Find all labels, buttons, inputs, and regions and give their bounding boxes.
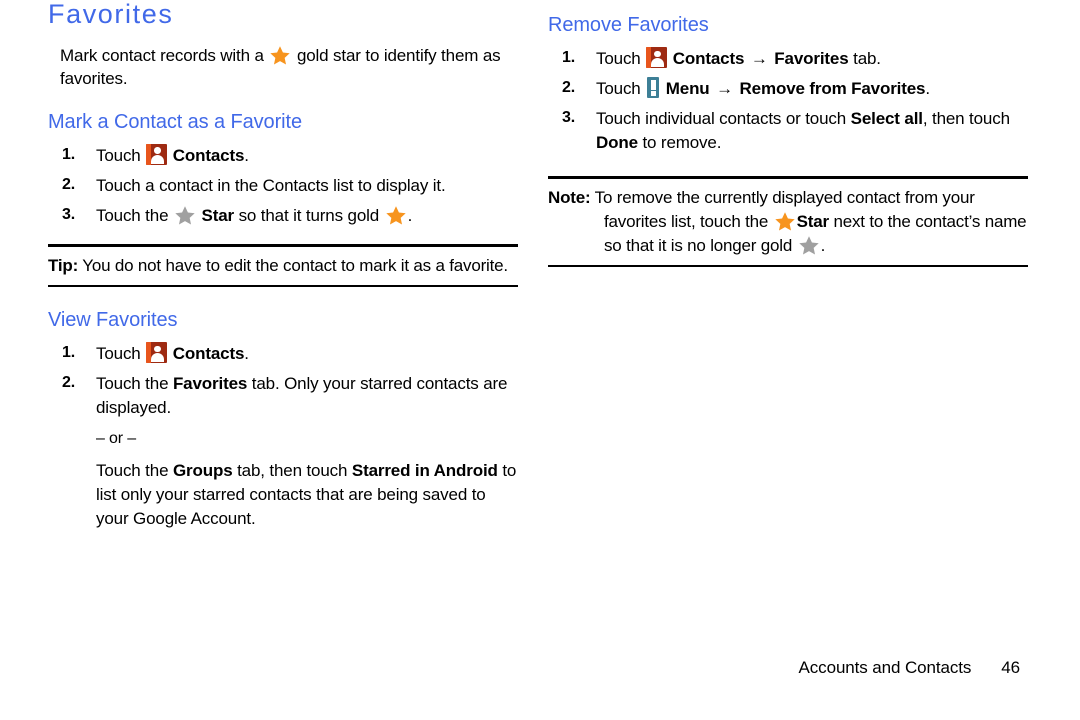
list-item: 3. Touch the Star so that it turns gold … [48,204,518,228]
step-text-bold: Select all [850,109,923,129]
list-item: 2. Touch the Favorites tab. Only your st… [48,372,518,531]
gold-star-icon [269,45,291,66]
gold-star-icon [774,211,796,232]
step-text-bold: Star [196,205,235,225]
section-heading-view-favorites: View Favorites [48,309,178,332]
step-text-bold: Done [596,133,638,153]
gray-star-icon [798,235,820,256]
step-text: Touch Contacts. [96,342,249,364]
alternate-instruction: Touch the Groups tab, then touch Starred… [96,459,518,531]
two-column-layout: Favorites Mark contact records with a go… [0,0,1080,538]
step-text-bold: Contacts [168,145,245,165]
step-text-fragment: tab. [848,49,881,68]
step-number: 1. [62,344,76,362]
steps-mark-contact: 1. Touch Contacts. 2. Touch a contact in… [48,143,518,228]
alt-text-bold: Groups [172,461,233,481]
step-number: 2. [62,175,76,193]
step-text: Touch a contact in the Contacts list to … [96,175,446,195]
step-text-fragment: Touch individual contacts or touch [596,109,851,129]
list-item: 3. Touch individual contacts or touch Se… [548,107,1028,155]
tip-text: You do not have to edit the contact to m… [78,255,508,275]
alt-text-bold: Starred in Android [351,461,498,481]
note-callout: Note: To remove the currently displayed … [548,175,1028,267]
alt-text-fragment: tab, then touch [232,461,352,481]
step-text-fragment: to remove. [637,133,722,153]
step-text-bold: Remove from Favorites [734,79,926,99]
step-text-bold: Contacts [168,344,245,364]
gold-star-icon [385,205,407,226]
intro-text-before: Mark contact records with a [60,45,269,65]
step-number: 2. [62,374,76,392]
list-item: 2. Touch Menu → Remove from Favorites. [548,77,1028,101]
footer-chapter: Accounts and Contacts [798,658,972,677]
step-text-fragment: . [925,79,930,99]
manual-page: Favorites Mark contact records with a go… [0,0,1080,720]
step-text-bold: Favorites [172,374,248,394]
step-text: Touch Contacts. [96,143,249,165]
list-item: 1. Touch Contacts → Favorites tab. [548,47,1028,71]
tip-body: Tip: You do not have to edit the contact… [48,247,518,285]
step-text-fragment: Touch [96,145,146,165]
alt-text-fragment: Touch the [96,461,173,481]
right-column: Remove Favorites 1. Touch Contacts → Fav… [548,0,1028,538]
step-number: 3. [562,109,576,127]
steps-view-favorites: 1. Touch Contacts. 2. Touch the Favorite… [48,342,518,531]
note-label: Note: [548,187,591,207]
step-text: Touch Contacts → Favorites tab. [596,47,881,68]
step-number: 3. [62,205,76,223]
gray-star-icon [174,205,196,226]
step-text: Touch the Favorites tab. Only your starr… [96,374,507,417]
step-text: Touch individual contacts or touch Selec… [596,109,1010,152]
page-footer: Accounts and Contacts 46 [798,658,1021,678]
section-heading-mark-contact: Mark a Contact as a Favorite [48,110,302,133]
tip-label: Tip: [48,255,79,275]
list-item: 2. Touch a contact in the Contacts list … [48,174,518,198]
step-number: 2. [562,79,576,97]
list-item: 1. Touch Contacts. [48,342,518,366]
page-title: Favorites [48,0,174,29]
list-item: 1. Touch Contacts. [48,143,518,168]
contacts-icon [146,342,168,364]
step-number: 1. [562,49,576,66]
note-text-bold: Star [796,211,829,231]
step-text-fragment: so that it turns gold [234,205,384,225]
step-text-fragment: Touch [596,79,646,99]
contacts-icon [646,47,668,68]
step-text-fragment: Touch the [96,205,173,225]
step-text-bold: Menu [661,79,715,99]
step-text-fragment: Touch [596,49,646,68]
tip-rule-bottom [48,285,518,288]
step-text-fragment: . [244,344,249,364]
step-text-fragment: , then touch [922,109,1010,129]
or-separator: – or – [96,430,137,448]
step-text-fragment: Touch [96,344,146,364]
arrow-icon: → [716,79,733,99]
note-body: Note: To remove the currently displayed … [548,179,1028,265]
step-text-bold: Favorites [769,49,849,68]
section-heading-remove-favorites: Remove Favorites [548,14,709,36]
tip-callout: Tip: You do not have to edit the contact… [48,243,518,288]
note-rule-bottom [548,264,1028,267]
step-text-fragment: . [244,145,249,165]
menu-icon [647,77,660,99]
arrow-icon: → [750,49,768,68]
step-text: Touch Menu → Remove from Favorites. [596,77,930,99]
contacts-icon [146,143,168,165]
step-number: 1. [62,145,76,163]
footer-page-number: 46 [1001,658,1020,677]
step-text-fragment: . [407,205,413,225]
steps-remove-favorites: 1. Touch Contacts → Favorites tab. 2. To… [548,47,1028,156]
step-text: Touch the Star so that it turns gold . [96,206,412,225]
left-column: Favorites Mark contact records with a go… [48,0,518,538]
note-text-fragment: . [820,235,826,255]
step-text-bold: Contacts [668,49,749,68]
step-text-fragment: Touch the [96,374,173,394]
intro-paragraph: Mark contact records with a gold star to… [60,44,518,91]
